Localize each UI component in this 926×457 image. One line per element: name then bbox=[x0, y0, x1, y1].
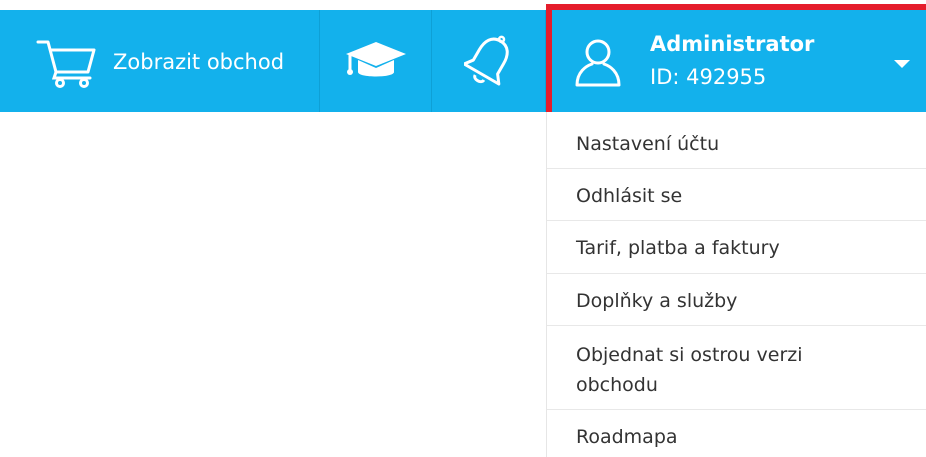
academy-button[interactable] bbox=[320, 10, 431, 112]
user-icon bbox=[575, 39, 621, 87]
menu-item-label: Tarif, platba a faktury bbox=[576, 237, 780, 259]
menu-item-label: Odhlásit se bbox=[576, 185, 683, 207]
view-shop-label: Zobrazit obchod bbox=[113, 50, 285, 74]
menu-item-addons-services[interactable]: Doplňky a služby bbox=[547, 274, 926, 326]
menu-item-label: Doplňky a služby bbox=[576, 290, 738, 312]
view-shop-button[interactable]: Zobrazit obchod bbox=[0, 10, 319, 112]
menu-item-logout[interactable]: Odhlásit se bbox=[547, 169, 926, 221]
bell-icon bbox=[463, 35, 509, 86]
top-navigation-bar: Zobrazit obchod Administrator ID: 492955 bbox=[0, 4, 926, 118]
menu-item-roadmap[interactable]: Roadmapa bbox=[547, 410, 926, 457]
graduation-cap-icon bbox=[345, 42, 406, 77]
menu-item-label: Nastavení účtu bbox=[576, 133, 720, 155]
account-name: Administrator bbox=[650, 32, 815, 56]
account-dropdown-menu: Nastavení účtu Odhlásit se Tarif, platba… bbox=[546, 112, 926, 457]
account-id: ID: 492955 bbox=[650, 65, 767, 89]
menu-item-label: Roadmapa bbox=[576, 426, 678, 448]
menu-item-order-live-version[interactable]: Objednat si ostrou verzi obchodu bbox=[547, 326, 926, 410]
menu-item-label: Objednat si ostrou verzi obchodu bbox=[576, 344, 803, 396]
menu-item-account-settings[interactable]: Nastavení účtu bbox=[547, 112, 926, 169]
notifications-button[interactable] bbox=[432, 10, 545, 112]
account-menu-toggle[interactable]: Administrator ID: 492955 bbox=[546, 4, 926, 118]
cart-icon bbox=[36, 40, 96, 88]
menu-item-plan-payments-invoices[interactable]: Tarif, platba a faktury bbox=[547, 221, 926, 274]
caret-down-icon bbox=[894, 60, 910, 68]
